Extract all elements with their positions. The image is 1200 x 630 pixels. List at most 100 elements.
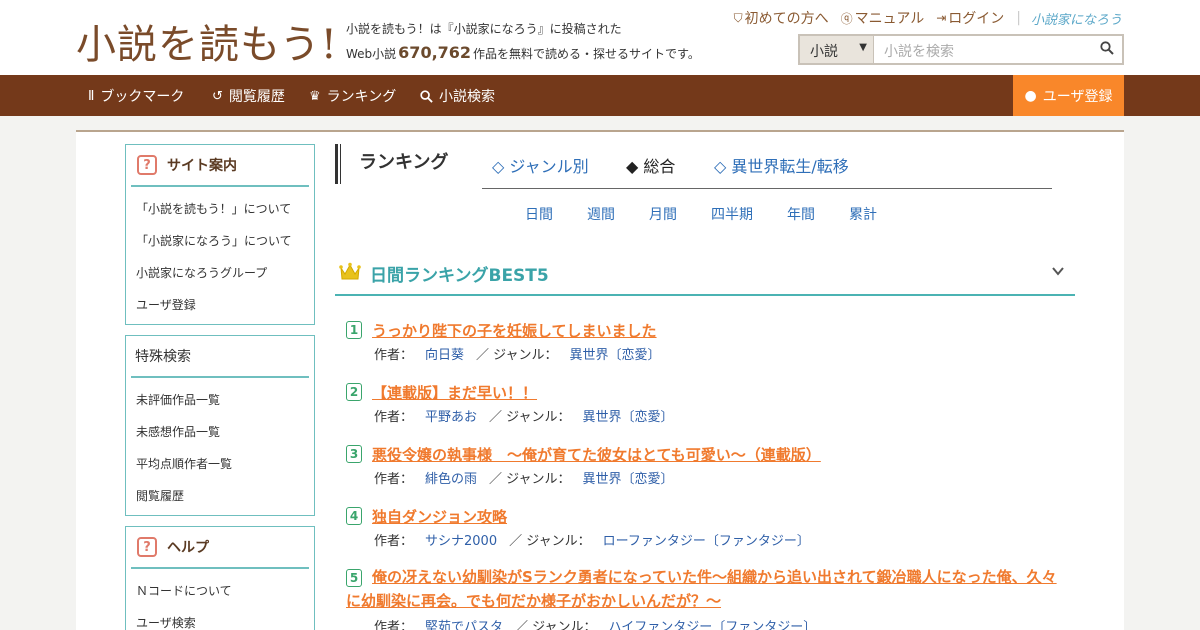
entry-author[interactable]: 緋色の雨 (425, 472, 477, 487)
novel-count: 670,762 (398, 43, 472, 62)
period-total[interactable]: 累計 (849, 204, 877, 224)
ranking-header: ランキング ◇ ジャンル別 ◆ 総合 ◇ 異世界転生/転移 (335, 144, 1051, 186)
manual-link[interactable]: ⓠ マニュアル (841, 8, 925, 28)
nav-bookmark-label: ブックマーク (100, 89, 185, 105)
chevron-down-icon[interactable] (1051, 264, 1065, 278)
special-search-list: 未評価作品一覧 未感想作品一覧 平均点順作者一覧 閲覧履歴 (126, 378, 314, 514)
site-guide-list: 「小説を読もう！」について 「小説家になろう」について 小説家になろうグループ … (126, 187, 314, 323)
period-daily[interactable]: 日間 (525, 204, 553, 224)
site-guide-heading: ? サイト案内 (131, 145, 309, 187)
crown-icon (339, 262, 361, 280)
content-area: ? サイト案内 「小説を読もう！」について 「小説家になろう」について 小説家にな… (76, 130, 1124, 630)
entry-genre[interactable]: 異世界〔恋愛〕 (583, 472, 674, 487)
entry-genre[interactable]: ローファンタジー〔ファンタジー〕 (603, 534, 810, 549)
site-logo[interactable]: 小説を読もう! (76, 12, 338, 70)
login-label: ログイン (948, 11, 1005, 27)
tab-divider (482, 188, 1052, 189)
search-button[interactable] (1092, 36, 1122, 63)
sidebar-item-ncode[interactable]: Ｎコードについて (136, 575, 314, 607)
question-icon: ? (137, 155, 157, 175)
genre-label: ／ ジャンル： (489, 472, 571, 487)
tab-overall[interactable]: ◆ 総合 (626, 153, 675, 177)
entry-meta: 作者： 堅茹でパスタ ／ ジャンル： ハイファンタジー〔ファンタジー〕 (374, 616, 816, 630)
tab-genre[interactable]: ◇ ジャンル別 (492, 153, 589, 177)
period-monthly[interactable]: 月間 (649, 204, 677, 224)
nav-ranking[interactable]: ♛ ランキング (309, 86, 396, 106)
nav-ranking-label: ランキング (326, 89, 397, 105)
help-title: ヘルプ (167, 540, 209, 556)
help-heading: ? ヘルプ (131, 527, 309, 569)
entry-title[interactable]: 俺の冴えない幼馴染がSランク勇者になっていた件～組織から追い出されて鍛冶職人にな… (346, 565, 1066, 613)
sidebar-item-register[interactable]: ユーザ登録 (136, 289, 314, 321)
user-icon: ● (1024, 87, 1037, 104)
entry-author[interactable]: 向日葵 (425, 348, 464, 363)
search-category-value: 小説 (810, 44, 838, 60)
period-yearly[interactable]: 年間 (787, 204, 815, 224)
best5-title: 日間ランキングBEST5 (370, 266, 549, 286)
sidebar-item-about-narou[interactable]: 「小説家になろう」について (136, 225, 314, 257)
entry-genre[interactable]: 異世界〔恋愛〕 (583, 410, 674, 425)
question-icon: ? (137, 537, 157, 557)
divider: | (1016, 10, 1021, 26)
entry-meta: 作者： 向日葵 ／ ジャンル： 異世界〔恋愛〕 (374, 344, 661, 363)
tab-isekai[interactable]: ◇ 異世界転生/転移 (714, 153, 849, 177)
entry-genre[interactable]: ハイファンタジー〔ファンタジー〕 (609, 620, 817, 630)
rank-number: 3 (346, 445, 362, 463)
nav-history[interactable]: ↺ 閲覧履歴 (212, 86, 285, 106)
nav-bookmark[interactable]: Ⅱ ブックマーク (88, 86, 184, 106)
entry-title[interactable]: うっかり陛下の子を妊娠してしまいました (372, 320, 657, 341)
search-bar: 小説 ▼ 小説を検索 (798, 34, 1124, 65)
dropdown-arrow-icon: ▼ (859, 42, 867, 53)
login-icon: ⇥ (936, 11, 947, 25)
entry-title[interactable]: 独自ダンジョン攻略 (372, 506, 507, 527)
genre-label: ／ ジャンル： (476, 348, 558, 363)
best5-header[interactable]: 日間ランキングBEST5 (335, 254, 1075, 296)
sidebar-item-avg-authors[interactable]: 平均点順作者一覧 (136, 448, 314, 480)
register-label: ユーザ登録 (1042, 88, 1113, 105)
register-button[interactable]: ● ユーザ登録 (1013, 75, 1124, 116)
author-label: 作者： (374, 534, 414, 549)
rank-number: 2 (346, 383, 362, 401)
entry-meta: 作者： 平野あお ／ ジャンル： 異世界〔恋愛〕 (374, 406, 674, 425)
sidebar-item-no-reviews[interactable]: 未感想作品一覧 (136, 416, 314, 448)
rank-number: 1 (346, 321, 362, 339)
special-search-heading: 特殊検索 (131, 336, 309, 378)
sidebar-help: ? ヘルプ Ｎコードについて ユーザ検索 (125, 526, 315, 630)
entry-author[interactable]: 平野あお (425, 410, 477, 425)
sidebar-item-group[interactable]: 小説家になろうグループ (136, 257, 314, 289)
rank-number: 4 (346, 507, 362, 525)
entry-meta: 作者： 緋色の雨 ／ ジャンル： 異世界〔恋愛〕 (374, 468, 674, 487)
sidebar-site-guide: ? サイト案内 「小説を読もう！」について 「小説家になろう」について 小説家にな… (125, 144, 315, 325)
period-quarterly[interactable]: 四半期 (711, 204, 753, 224)
entry-title[interactable]: 悪役令嬢の執事様 ～俺が育てた彼女はとても可愛い～（連載版） (372, 444, 821, 465)
ranking-title: ランキング (335, 144, 448, 184)
search-category-select[interactable]: 小説 ▼ (800, 36, 874, 63)
sidebar-item-user-search[interactable]: ユーザ検索 (136, 607, 314, 630)
tagline-rest: 作品を無料で読める・探せるサイトです。 (473, 47, 700, 61)
sidebar-item-history[interactable]: 閲覧履歴 (136, 480, 314, 512)
tagline-line-1: 小説を読もう！は『小説家になろう』に投稿された (346, 22, 622, 36)
search-icon (1100, 41, 1114, 55)
site-tagline: 小説を読もう！は『小説家になろう』に投稿された Web小説 670,762 作品を無… (346, 17, 700, 66)
nav-search[interactable]: 小説検索 (420, 86, 495, 106)
entry-meta: 作者： サシナ2000 ／ ジャンル： ローファンタジー〔ファンタジー〕 (374, 530, 810, 549)
question-circle-icon: ⓠ (840, 11, 853, 26)
entry-author[interactable]: サシナ2000 (425, 534, 497, 549)
entry-title[interactable]: 【連載版】まだ早い！！ (372, 382, 537, 403)
sidebar-item-about-yomou[interactable]: 「小説を読もう！」について (136, 193, 314, 225)
genre-label: ／ ジャンル： (515, 620, 597, 630)
tagline-line-2: Web小説 670,762 作品を無料で読める・探せるサイトです。 (346, 41, 700, 66)
entry-genre[interactable]: 異世界〔恋愛〕 (570, 348, 661, 363)
entry-author[interactable]: 堅茹でパスタ (425, 620, 503, 630)
beginners-link[interactable]: ⛉ 初めての方へ (734, 8, 829, 28)
login-link[interactable]: ⇥ ログイン (936, 8, 1004, 28)
narou-logo[interactable]: 小説家になろう (1031, 9, 1122, 28)
author-label: 作者： (374, 620, 414, 630)
nav-history-label: 閲覧履歴 (228, 89, 285, 105)
sidebar-item-unrated[interactable]: 未評価作品一覧 (136, 384, 314, 416)
period-weekly[interactable]: 週間 (587, 204, 615, 224)
search-input[interactable]: 小説を検索 (874, 36, 1092, 63)
manual-label: マニュアル (854, 11, 925, 27)
help-list: Ｎコードについて ユーザ検索 (126, 569, 314, 630)
crown-icon: ♛ (309, 88, 321, 104)
